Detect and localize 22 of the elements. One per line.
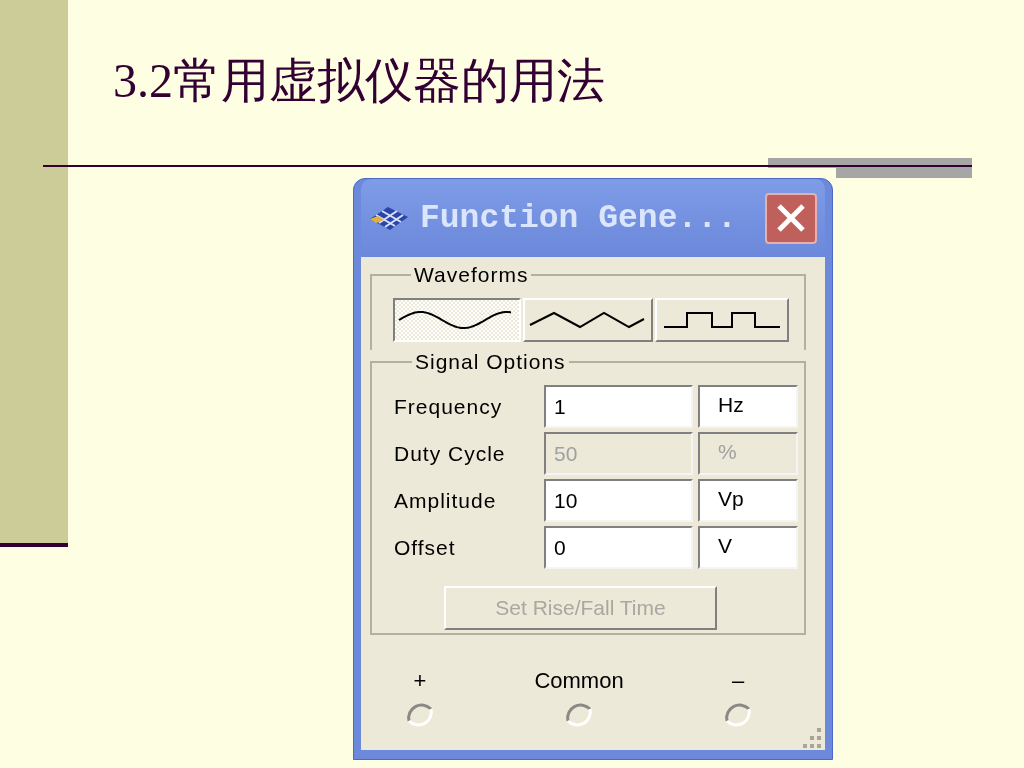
field-label: Frequency	[394, 393, 504, 420]
diamond-grid-icon	[368, 204, 410, 232]
unit-field[interactable]: Hz	[698, 385, 798, 428]
slide-title: 3.2常用虚拟仪器的用法	[113, 57, 605, 105]
unit-field[interactable]: Vp	[698, 479, 798, 522]
group-label: Waveforms	[413, 265, 530, 285]
value-field[interactable]: 0	[544, 526, 693, 569]
resize-grip-icon	[802, 728, 822, 748]
close-button[interactable]	[765, 192, 817, 244]
terminal-label: Common	[534, 668, 624, 694]
field-label: Duty Cycle	[394, 440, 507, 467]
field-label: Offset	[394, 534, 457, 561]
terminal-label: +	[413, 668, 427, 694]
unit-field[interactable]: V	[698, 526, 798, 569]
field-label: Amplitude	[394, 487, 498, 514]
group-label: Signal Options	[414, 352, 567, 372]
terminal-label: –	[731, 668, 745, 694]
value-field[interactable]: 10	[544, 479, 693, 522]
window-title: Function Gene...	[420, 201, 737, 235]
value-field[interactable]: 1	[544, 385, 693, 428]
waveform-button[interactable]	[393, 298, 521, 342]
close-icon	[776, 203, 806, 233]
